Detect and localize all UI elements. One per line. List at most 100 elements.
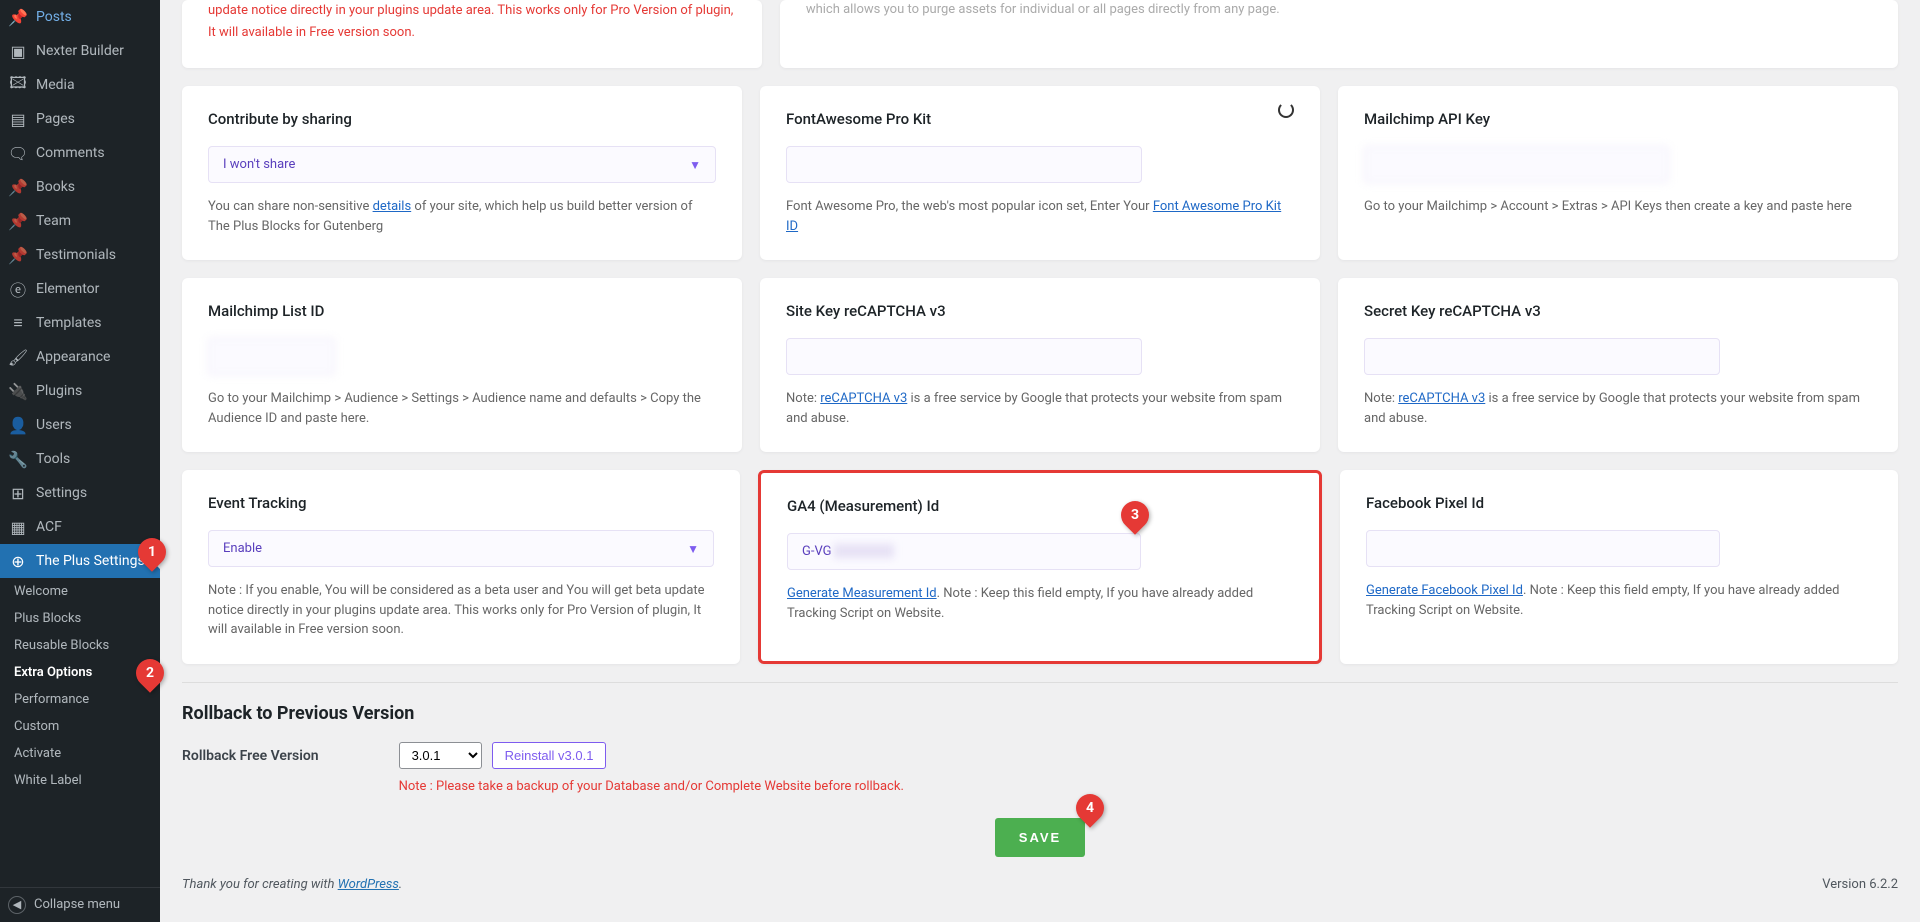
card-ga4: 3 GA4 (Measurement) Id G-VG Generate Mea… — [758, 470, 1322, 664]
rollback-version-select[interactable]: 3.0.1 — [399, 742, 482, 769]
sidebar-item-comments[interactable]: 🗨Comments — [0, 136, 160, 170]
sidebar-item-nexter[interactable]: ▣Nexter Builder — [0, 34, 160, 68]
pin-icon: 📌 — [8, 211, 28, 231]
sidebar-item-acf[interactable]: ▦ACF — [0, 510, 160, 544]
generate-fbpixel-link[interactable]: Generate Facebook Pixel Id — [1366, 583, 1523, 598]
collapse-icon: ◀ — [8, 896, 26, 914]
rollback-label: Rollback Free Version — [182, 742, 319, 764]
ga4-title: GA4 (Measurement) Id — [787, 497, 1293, 515]
media-icon: 🖾 — [8, 75, 28, 95]
mailchimp-key-help: Go to your Mailchimp > Account > Extras … — [1364, 197, 1872, 217]
sidebar-item-pages[interactable]: ▤Pages — [0, 102, 160, 136]
contribute-select[interactable]: I won't share ▼ — [208, 146, 716, 183]
pin-icon: 📌 — [8, 177, 28, 197]
sidebar-item-testimonials[interactable]: 📌Testimonials — [0, 238, 160, 272]
card-fbpixel: Facebook Pixel Id Generate Facebook Pixe… — [1340, 470, 1898, 664]
event-tracking-title: Event Tracking — [208, 494, 714, 512]
admin-sidebar: 📌Posts ▣Nexter Builder 🖾Media ▤Pages 🗨Co… — [0, 0, 160, 922]
brush-icon: 🖌 — [8, 347, 28, 367]
recaptcha-secret-input[interactable] — [1364, 338, 1720, 375]
acf-icon: ▦ — [8, 517, 28, 537]
submenu-plus-blocks[interactable]: Plus Blocks — [0, 605, 160, 632]
plus-icon: ⊕ — [8, 551, 28, 571]
mailchimp-list-title: Mailchimp List ID — [208, 302, 716, 320]
comments-icon: 🗨 — [8, 143, 28, 163]
sidebar-item-tools[interactable]: 🔧Tools — [0, 442, 160, 476]
footer: Thank you for creating with WordPress. V… — [182, 877, 1898, 892]
submenu-white-label[interactable]: White Label — [0, 767, 160, 794]
mailchimp-key-title: Mailchimp API Key — [1364, 110, 1872, 128]
rollback-section-title: Rollback to Previous Version — [182, 703, 1898, 724]
sidebar-item-plus-settings[interactable]: ⊕The Plus Settings 1 — [0, 544, 160, 578]
sidebar-item-appearance[interactable]: 🖌Appearance — [0, 340, 160, 374]
elementor-icon: ⓔ — [8, 279, 28, 299]
rollback-row: Rollback Free Version 3.0.1 Reinstall v3… — [182, 742, 1898, 794]
card-event-tracking: Event Tracking Enable ▼ Note : If you en… — [182, 470, 740, 664]
partial-right-text: which allows you to purge assets for ind… — [806, 0, 1872, 21]
recaptcha-v3-link[interactable]: reCAPTCHA v3 — [820, 391, 907, 406]
user-icon: 👤 — [8, 415, 28, 435]
fontawesome-input[interactable] — [786, 146, 1142, 183]
chevron-down-icon: ▼ — [687, 542, 699, 556]
pages-icon: ▤ — [8, 109, 28, 129]
recaptcha-site-input[interactable] — [786, 338, 1142, 375]
submenu-extra-options[interactable]: Extra Options 2 — [0, 659, 160, 686]
fontawesome-help: Font Awesome Pro, the web's most popular… — [786, 197, 1294, 236]
wrench-icon: 🔧 — [8, 449, 28, 469]
settings-icon: ⊞ — [8, 483, 28, 503]
card-fontawesome: FontAwesome Pro Kit Font Awesome Pro, th… — [760, 86, 1320, 260]
sidebar-item-elementor[interactable]: ⓔElementor — [0, 272, 160, 306]
wordpress-link[interactable]: WordPress — [338, 877, 399, 892]
fbpixel-title: Facebook Pixel Id — [1366, 494, 1872, 512]
sidebar-item-team[interactable]: 📌Team — [0, 204, 160, 238]
sidebar-item-settings[interactable]: ⊞Settings — [0, 476, 160, 510]
ga4-input[interactable]: G-VG — [787, 533, 1141, 570]
event-tracking-select[interactable]: Enable ▼ — [208, 530, 714, 567]
card-recaptcha-site: Site Key reCAPTCHA v3 Note: reCAPTCHA v3… — [760, 278, 1320, 452]
generate-measurement-id-link[interactable]: Generate Measurement Id — [787, 586, 937, 601]
recaptcha-site-title: Site Key reCAPTCHA v3 — [786, 302, 1294, 320]
fbpixel-help: Generate Facebook Pixel Id. Note : Keep … — [1366, 581, 1872, 620]
chevron-down-icon: ▼ — [689, 158, 701, 172]
contribute-title: Contribute by sharing — [208, 110, 716, 128]
recaptcha-v3-link-2[interactable]: reCAPTCHA v3 — [1398, 391, 1485, 406]
submenu-activate[interactable]: Activate — [0, 740, 160, 767]
pin-icon: 📌 — [8, 245, 28, 265]
recaptcha-site-help: Note: reCAPTCHA v3 is a free service by … — [786, 389, 1294, 428]
pin-icon: 📌 — [8, 7, 28, 27]
card-recaptcha-secret: Secret Key reCAPTCHA v3 Note: reCAPTCHA … — [1338, 278, 1898, 452]
submenu-performance[interactable]: Performance — [0, 686, 160, 713]
main-content: update notice directly in your plugins u… — [160, 0, 1920, 922]
card-contribute: Contribute by sharing I won't share ▼ Yo… — [182, 86, 742, 260]
plus-settings-submenu: Welcome Plus Blocks Reusable Blocks Extr… — [0, 578, 160, 794]
sidebar-item-templates[interactable]: ≡Templates — [0, 306, 160, 340]
submenu-welcome[interactable]: Welcome — [0, 578, 160, 605]
ga4-help: Generate Measurement Id. Note : Keep thi… — [787, 584, 1293, 623]
footer-version: Version 6.2.2 — [1822, 877, 1898, 892]
templates-icon: ≡ — [8, 313, 28, 333]
submenu-reusable-blocks[interactable]: Reusable Blocks — [0, 632, 160, 659]
sidebar-item-users[interactable]: 👤Users — [0, 408, 160, 442]
submenu-custom[interactable]: Custom — [0, 713, 160, 740]
sidebar-item-plugins[interactable]: 🔌Plugins — [0, 374, 160, 408]
sidebar-item-posts[interactable]: 📌Posts — [0, 0, 160, 34]
card-mailchimp-key: Mailchimp API Key Go to your Mailchimp >… — [1338, 86, 1898, 260]
builder-icon: ▣ — [8, 41, 28, 61]
contribute-help: You can share non-sensitive details of y… — [208, 197, 716, 236]
recaptcha-secret-help: Note: reCAPTCHA v3 is a free service by … — [1364, 389, 1872, 428]
footer-thanks: Thank you for creating with WordPress. — [182, 877, 402, 892]
reinstall-button[interactable]: Reinstall v3.0.1 — [492, 742, 607, 769]
fbpixel-input[interactable] — [1366, 530, 1720, 567]
card-mailchimp-list: Mailchimp List ID Go to your Mailchimp >… — [182, 278, 742, 452]
save-button[interactable]: SAVE — [995, 818, 1085, 857]
sidebar-item-books[interactable]: 📌Books — [0, 170, 160, 204]
rollback-note: Note : Please take a backup of your Data… — [399, 779, 904, 794]
event-tracking-help: Note : If you enable, You will be consid… — [208, 581, 714, 640]
mailchimp-list-input[interactable] — [208, 338, 335, 375]
mailchimp-list-help: Go to your Mailchimp > Audience > Settin… — [208, 389, 716, 428]
sidebar-item-media[interactable]: 🖾Media — [0, 68, 160, 102]
recaptcha-secret-title: Secret Key reCAPTCHA v3 — [1364, 302, 1872, 320]
mailchimp-key-input[interactable] — [1364, 146, 1669, 183]
collapse-menu[interactable]: ◀Collapse menu — [0, 887, 160, 922]
details-link[interactable]: details — [373, 199, 412, 214]
